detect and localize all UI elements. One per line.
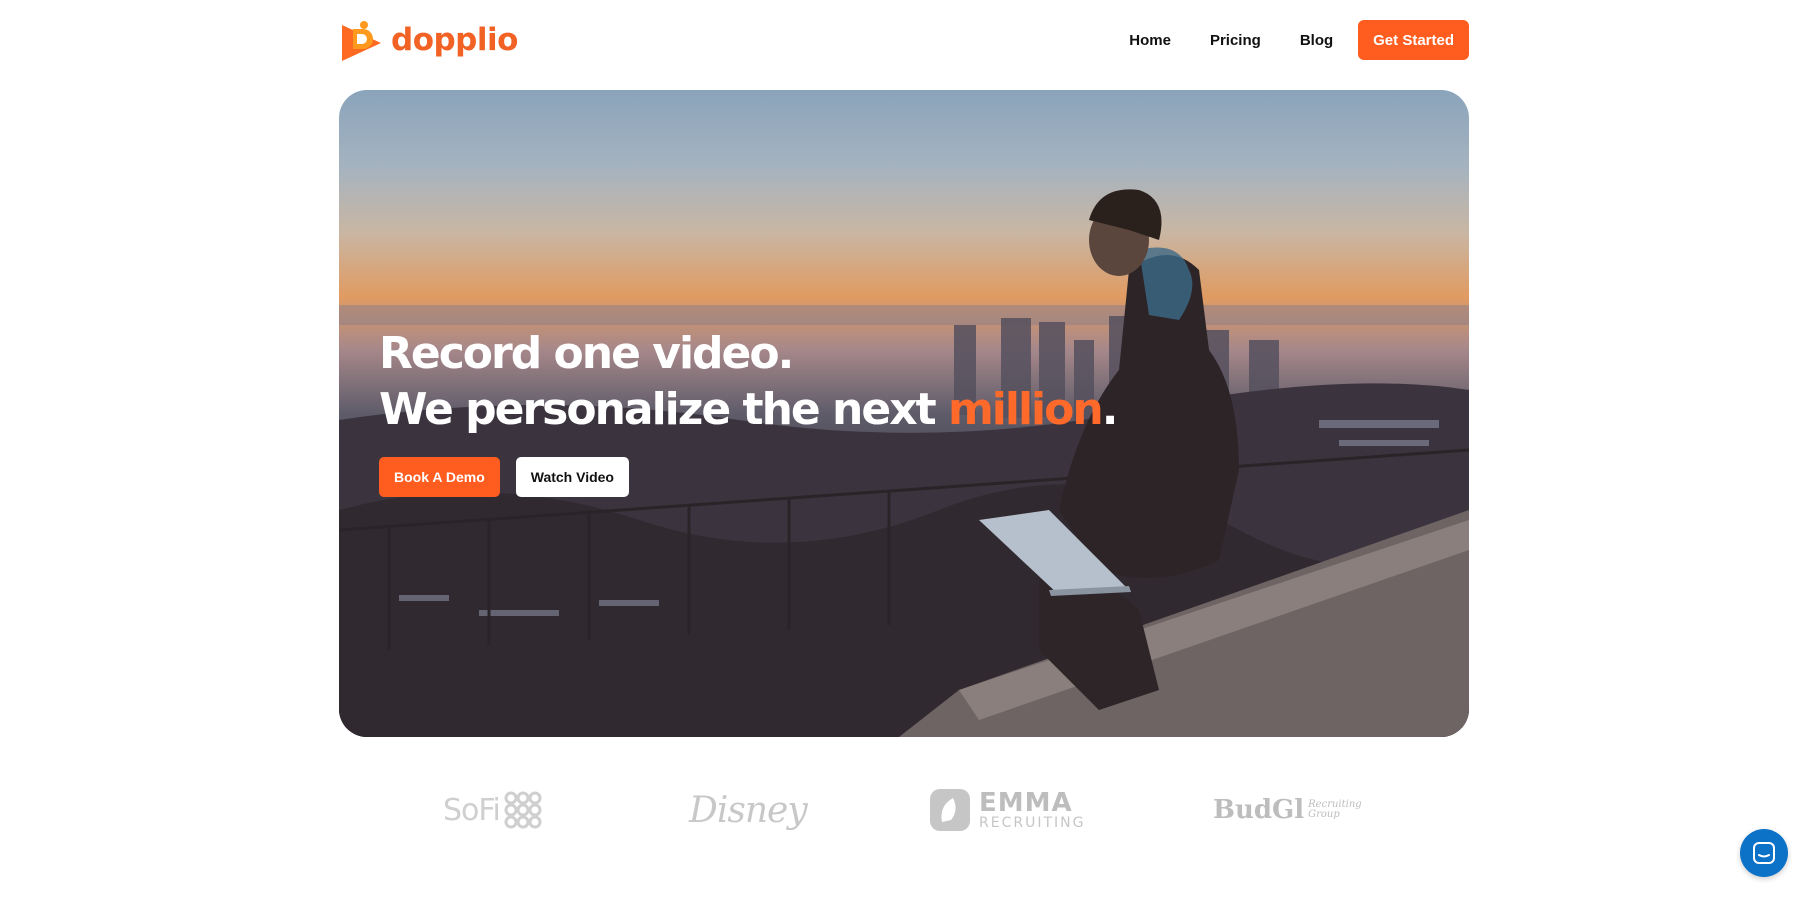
headline-period: . <box>1101 384 1119 435</box>
headline-accent: million <box>947 384 1104 435</box>
sofi-dots-icon <box>504 791 542 829</box>
hero-banner: Record one video. We personalize the nex… <box>339 90 1469 737</box>
disney-logo: Disney <box>689 780 808 840</box>
chat-launcher-button[interactable] <box>1740 829 1788 877</box>
hero-headline-block: Record one video. We personalize the nex… <box>379 326 1119 438</box>
nav-pricing[interactable]: Pricing <box>1210 32 1261 49</box>
nav-blog[interactable]: Blog <box>1300 32 1333 49</box>
hero-buttons: Book A Demo Watch Video <box>379 457 629 497</box>
sofi-logo: SoFi <box>443 780 542 840</box>
emma-leaf-icon <box>930 789 970 831</box>
hero-headline: Record one video. We personalize the nex… <box>379 326 1119 438</box>
sofi-logo-text: SoFi <box>443 792 501 828</box>
nav-home[interactable]: Home <box>1129 32 1171 49</box>
budgi-logo-text: BudGl <box>1213 795 1305 825</box>
budgi-logo: BudGl Recruiting Group <box>1213 780 1362 840</box>
budgi-logo-subtext: Recruiting Group <box>1308 799 1362 820</box>
headline-line-1: Record one video. <box>379 328 794 379</box>
emma-wordmark: EMMA RECRUITING <box>979 790 1085 830</box>
get-started-button[interactable]: Get Started <box>1358 20 1469 60</box>
emma-logo-subtext: RECRUITING <box>979 815 1086 831</box>
disney-logo-text: Disney <box>689 789 808 831</box>
logo[interactable]: dopplio <box>339 18 518 62</box>
logo-text: dopplio <box>391 21 518 58</box>
main-nav: Home Pricing Blog Get Started <box>1129 20 1469 60</box>
dopplio-play-icon <box>342 21 381 61</box>
emma-logo-text: EMMA <box>979 788 1073 818</box>
chat-icon <box>1753 842 1775 864</box>
book-demo-button[interactable]: Book A Demo <box>379 457 500 497</box>
headline-line-2: We personalize the next <box>379 384 948 435</box>
site-header: dopplio Home Pricing Blog Get Started <box>0 0 1808 80</box>
watch-video-button[interactable]: Watch Video <box>515 457 629 497</box>
customer-logos: SoFi Disney EMMA RECRUITING BudGl Recrui… <box>339 780 1469 840</box>
emma-logo: EMMA RECRUITING <box>929 780 1085 840</box>
